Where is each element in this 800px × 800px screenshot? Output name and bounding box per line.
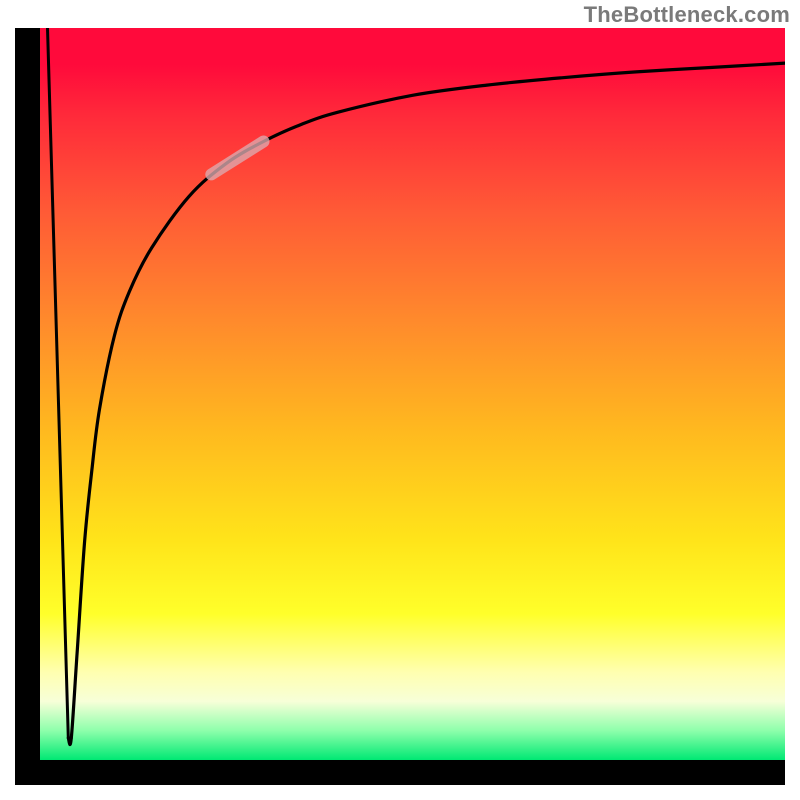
watermark-text: TheBottleneck.com — [584, 2, 790, 28]
plot-area — [40, 28, 785, 760]
curve-layer — [40, 28, 785, 760]
chart-stage: TheBottleneck.com — [0, 0, 800, 800]
main-curve-path — [68, 63, 785, 744]
left-edge-path — [48, 28, 72, 738]
plot-frame — [15, 28, 785, 785]
highlight-path — [211, 142, 263, 175]
